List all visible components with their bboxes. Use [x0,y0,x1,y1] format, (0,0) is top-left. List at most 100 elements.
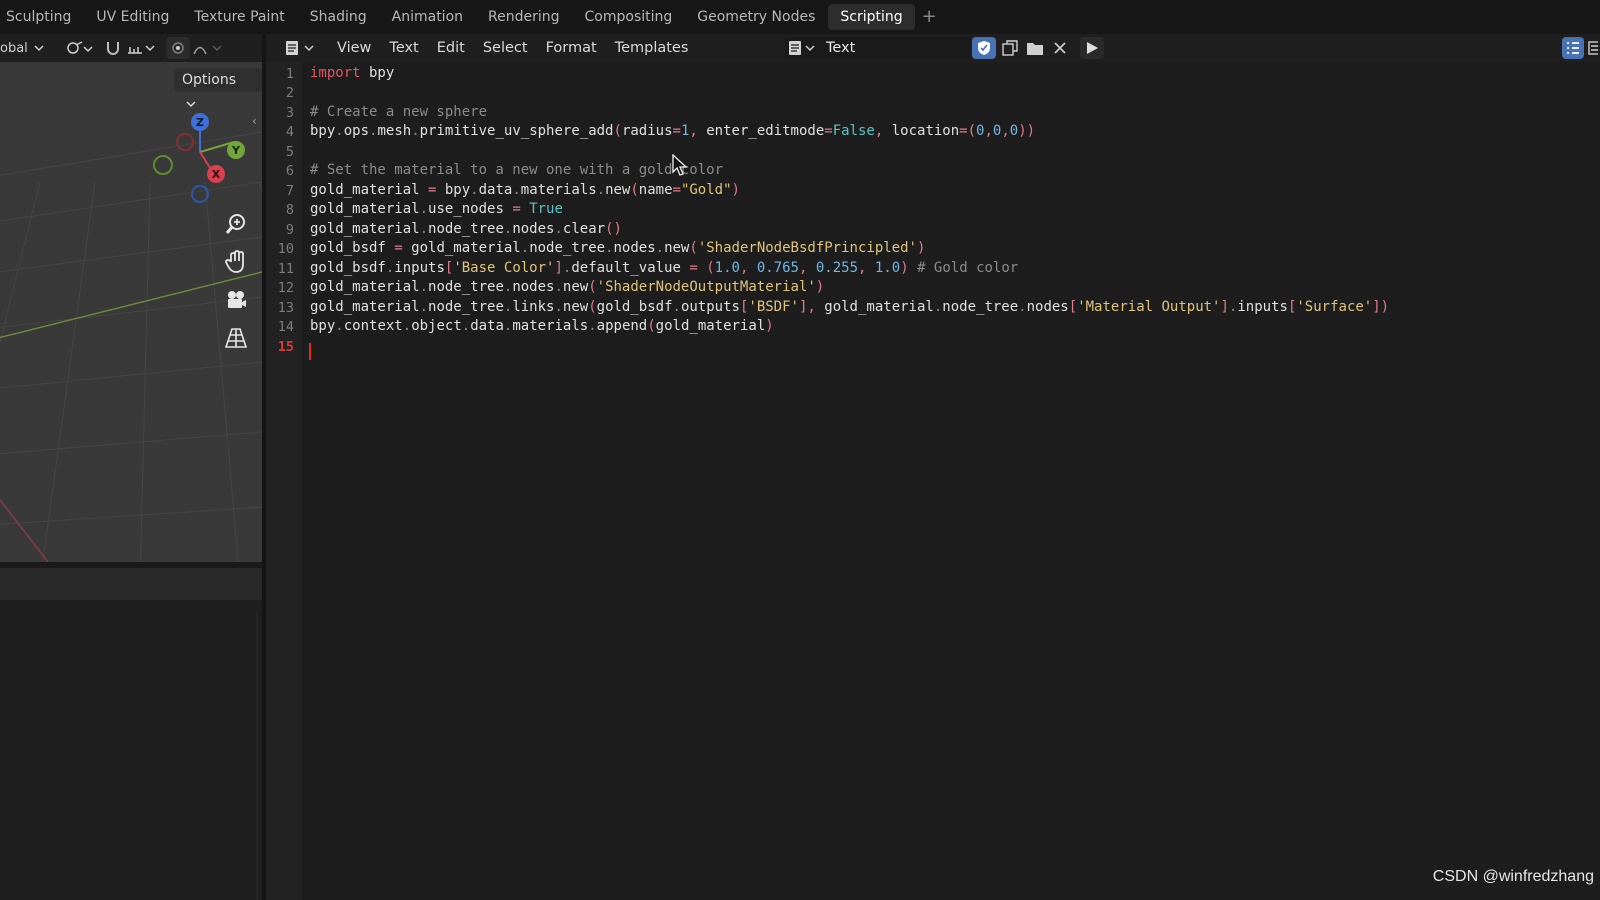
proportional-edit-toggle[interactable] [166,37,190,59]
code-line[interactable]: gold_material.node_tree.links.new(gold_b… [310,298,1389,317]
unlink-text-button[interactable] [1048,37,1072,59]
line-number: 8 [285,202,294,218]
add-workspace-button[interactable]: + [916,4,943,30]
line-number: 4 [285,124,294,140]
tab-uv-editing[interactable]: UV Editing [84,4,181,30]
open-text-button[interactable] [1023,37,1047,59]
code-line[interactable]: # Create a new sphere [310,103,487,122]
text-datablock-name-field[interactable]: Text [818,37,970,59]
line-numbers-toggle[interactable] [1562,37,1584,59]
code-line[interactable]: bpy.ops.mesh.primitive_uv_sphere_add(rad… [310,122,1035,141]
tab-shading[interactable]: Shading [298,4,379,30]
options-label: Options [182,72,237,88]
tab-animation[interactable]: Animation [380,4,475,30]
gizmo-z-label: Z [196,116,204,129]
line-number: 13 [277,300,294,316]
code-line[interactable]: gold_material.node_tree.nodes.clear() [310,220,622,239]
line-number: 10 [277,241,294,257]
line-number: 6 [285,163,294,179]
tab-compositing[interactable]: Compositing [573,4,685,30]
line-numbers-icon [1567,42,1579,54]
line-number: 9 [285,222,294,238]
snap-target-dropdown[interactable] [124,37,158,59]
current-line-number: 15 [277,339,294,355]
chevron-down-icon [304,45,314,52]
code-line[interactable]: gold_material.node_tree.nodes.new('Shade… [310,278,824,297]
menu-text[interactable]: Text [380,34,427,62]
chevron-down-icon [186,101,196,108]
fake-user-toggle[interactable] [972,37,996,59]
browse-text-dropdown[interactable] [784,37,818,59]
code-line[interactable]: gold_bsdf = gold_material.node_tree.node… [310,239,925,258]
tab-geometry-nodes[interactable]: Geometry Nodes [685,4,827,30]
line-number: 5 [285,144,294,160]
snap-increment-icon [128,45,155,54]
mouse-pointer-icon [672,154,688,176]
word-wrap-toggle[interactable] [1588,37,1598,59]
perspective-toggle-button[interactable] [220,322,252,354]
text-datablock-icon [788,41,801,55]
duplicate-icon [1002,40,1018,56]
editor-view-toggles [1562,37,1598,59]
code-line[interactable]: gold_material.use_nodes = True [310,200,563,219]
tab-texture-paint[interactable]: Texture Paint [182,4,296,30]
folder-icon [1027,43,1043,55]
code-line[interactable]: gold_bsdf.inputs['Base Color'].default_v… [310,259,1018,278]
pivot-point-dropdown[interactable] [62,37,96,59]
run-script-button[interactable] [1080,37,1104,59]
zoom-tool-button[interactable] [220,208,252,240]
line-number: 11 [277,261,294,277]
code-line[interactable]: import bpy [310,64,394,83]
camera-icon [228,291,246,308]
chevron-down-icon [804,45,815,52]
text-cursor [309,343,311,360]
navigation-gizmo[interactable]: Z Y X [148,112,258,222]
falloff-dropdown[interactable] [190,37,226,59]
code-line[interactable]: bpy.context.object.data.materials.append… [310,317,774,336]
3d-viewport[interactable]: Options Z Y X ‹ [0,62,262,562]
line-number: 3 [285,105,294,121]
tab-sculpting[interactable]: Sculpting [0,4,83,30]
line-number: 7 [285,183,294,199]
menu-templates[interactable]: Templates [606,34,698,62]
line-number: 12 [277,280,294,296]
options-dropdown[interactable]: Options [174,68,262,108]
pan-tool-button[interactable] [220,246,252,278]
word-wrap-icon [1588,41,1598,55]
menu-view[interactable]: View [328,34,380,62]
gizmo-x-label: X [212,168,221,181]
line-number: 1 [285,66,294,82]
chevron-down-icon [34,45,44,52]
lower-left-area [0,600,262,900]
falloff-curve-icon [193,45,222,55]
menu-format[interactable]: Format [537,34,606,62]
viewport-header: obal [0,34,262,62]
sidebar-collapse-arrow[interactable]: ‹ [252,114,257,128]
menu-select[interactable]: Select [474,34,537,62]
snap-toggle[interactable] [102,37,124,59]
editor-type-dropdown[interactable] [280,37,318,59]
menu-edit[interactable]: Edit [428,34,474,62]
timeline-header [0,568,262,600]
camera-view-button[interactable] [220,284,252,316]
proportional-edit-icon [172,42,184,54]
tab-scripting[interactable]: Scripting [828,4,915,30]
new-text-button[interactable] [998,37,1022,59]
magnet-icon [107,42,119,55]
area-scroll-edge [256,612,258,900]
tab-rendering[interactable]: Rendering [476,4,572,30]
text-datablock-selector: Text [784,37,970,59]
watermark: CSDN @winfredzhang [1432,868,1594,885]
zoom-icon [225,214,245,234]
gizmo-y-label: Y [231,144,241,157]
workspace-tab-bar: Sculpting UV Editing Texture Paint Shadi… [0,0,1600,34]
transform-orientation-dropdown[interactable]: obal [0,37,48,59]
play-icon [1087,42,1098,54]
line-number: 14 [277,319,294,335]
shield-icon [978,41,990,55]
orientation-label: obal [0,40,28,56]
code-line[interactable]: gold_material = bpy.data.materials.new(n… [310,181,740,200]
grid-perspective-icon [225,328,247,348]
text-editor-icon [286,41,298,55]
code-line[interactable]: # Set the material to a new one with a g… [310,161,723,180]
